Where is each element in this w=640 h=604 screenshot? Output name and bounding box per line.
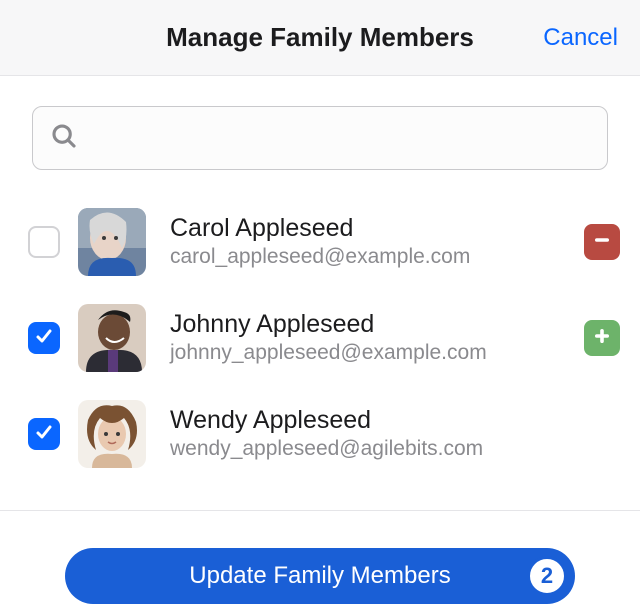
member-name: Johnny Appleseed bbox=[170, 309, 576, 339]
search-container bbox=[0, 76, 640, 184]
remove-button[interactable] bbox=[584, 224, 620, 260]
check-icon bbox=[34, 326, 54, 351]
list-item: Carol Appleseed carol_appleseed@example.… bbox=[28, 194, 620, 290]
member-name: Carol Appleseed bbox=[170, 213, 576, 243]
member-email: carol_appleseed@example.com bbox=[170, 243, 576, 270]
footer: Update Family Members 2 bbox=[0, 510, 640, 588]
member-info: Carol Appleseed carol_appleseed@example.… bbox=[170, 213, 576, 270]
checkbox[interactable] bbox=[28, 322, 60, 354]
checkbox[interactable] bbox=[28, 418, 60, 450]
checkbox[interactable] bbox=[28, 226, 60, 258]
update-button-label: Update Family Members bbox=[189, 562, 450, 590]
search-input[interactable] bbox=[91, 125, 591, 151]
member-name: Wendy Appleseed bbox=[170, 405, 620, 435]
member-info: Wendy Appleseed wendy_appleseed@agilebit… bbox=[170, 405, 620, 462]
member-email: wendy_appleseed@agilebits.com bbox=[170, 435, 620, 462]
add-button[interactable] bbox=[584, 320, 620, 356]
avatar bbox=[78, 400, 146, 468]
check-icon bbox=[34, 422, 54, 447]
minus-icon bbox=[592, 230, 612, 255]
avatar bbox=[78, 208, 146, 276]
count-badge: 2 bbox=[527, 556, 567, 596]
search-field[interactable] bbox=[32, 106, 608, 170]
list-item: Wendy Appleseed wendy_appleseed@agilebit… bbox=[28, 386, 620, 482]
avatar bbox=[78, 304, 146, 372]
page-title: Manage Family Members bbox=[166, 22, 474, 53]
list-item: Johnny Appleseed johnny_appleseed@exampl… bbox=[28, 290, 620, 386]
search-icon bbox=[49, 121, 79, 156]
plus-icon bbox=[592, 326, 612, 351]
member-list: Carol Appleseed carol_appleseed@example.… bbox=[0, 184, 640, 482]
header: Manage Family Members Cancel bbox=[0, 0, 640, 76]
update-button[interactable]: Update Family Members 2 bbox=[65, 548, 575, 604]
member-info: Johnny Appleseed johnny_appleseed@exampl… bbox=[170, 309, 576, 366]
cancel-button[interactable]: Cancel bbox=[543, 24, 618, 52]
member-email: johnny_appleseed@example.com bbox=[170, 339, 576, 366]
